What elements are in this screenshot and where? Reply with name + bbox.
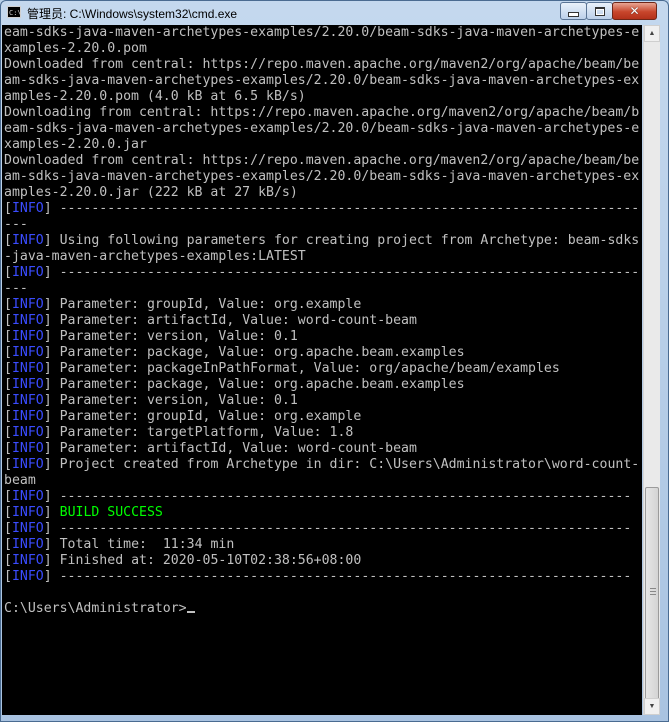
console-line: Downloaded from central: https://repo.ma… (4, 153, 640, 168)
vertical-scrollbar[interactable]: ▲ ▼ (643, 25, 660, 715)
console-line: [INFO] Parameter: package, Value: org.ap… (4, 345, 465, 360)
console-line: [INFO] ---------------------------------… (4, 521, 632, 536)
console-line: [INFO] ---------------------------------… (4, 265, 640, 280)
console-line: [INFO] Parameter: targetPlatform, Value:… (4, 425, 354, 440)
console-line: -java-maven-archetypes-examples:LATEST (4, 249, 306, 264)
console-line: xamples-2.20.0.jar (4, 137, 147, 152)
scroll-up-button[interactable]: ▲ (644, 25, 660, 42)
grip-line (650, 591, 656, 592)
console-line: eam-sdks-java-maven-archetypes-examples/… (4, 121, 640, 136)
console-line: [INFO] Parameter: package, Value: org.ap… (4, 377, 465, 392)
console-line: [INFO] BUILD SUCCESS (4, 505, 163, 520)
console-line: xamples-2.20.0.pom (4, 41, 147, 56)
window-title: 管理员: C:\Windows\system32\cmd.exe (27, 7, 238, 21)
console-line: [INFO] ---------------------------------… (4, 569, 632, 584)
close-icon: ✕ (629, 4, 640, 18)
chevron-up-icon: ▲ (648, 30, 656, 37)
scrollbar-thumb[interactable] (645, 487, 659, 703)
minimize-icon (568, 11, 579, 17)
console-line: beam (4, 473, 36, 488)
console-line: [INFO] Parameter: groupId, Value: org.ex… (4, 297, 362, 312)
console-line: amples-2.20.0.jar (222 kB at 27 kB/s) (4, 185, 298, 200)
console-line: [INFO] Total time: 11:34 min (4, 537, 235, 552)
console-line: am-sdks-java-maven-archetypes-examples/2… (4, 169, 640, 184)
grip-line (650, 594, 656, 595)
maximize-button[interactable] (586, 2, 613, 20)
console-line: [INFO] Finished at: 2020-05-10T02:38:56+… (4, 553, 362, 568)
console-line: [INFO] ---------------------------------… (4, 201, 640, 216)
console-line: [INFO] Parameter: version, Value: 0.1 (4, 393, 298, 408)
console-lines: eam-sdks-java-maven-archetypes-examples/… (4, 25, 639, 617)
console-line: [INFO] Parameter: version, Value: 0.1 (4, 329, 298, 344)
console-line: Downloading from central: https://repo.m… (4, 105, 640, 120)
console-line: --- (4, 281, 28, 296)
console-line: Downloaded from central: https://repo.ma… (4, 57, 640, 72)
console-line: eam-sdks-java-maven-archetypes-examples/… (4, 25, 640, 40)
console-line: --- (4, 217, 28, 232)
grip-line (650, 588, 656, 589)
minimize-button[interactable] (560, 2, 587, 20)
title-bar[interactable]: C:\ 管理员: C:\Windows\system32\cmd.exe ✕ (1, 1, 668, 25)
console-line: C:\Users\Administrator> (4, 601, 639, 617)
console-line: [INFO] Using following parameters for cr… (4, 233, 640, 248)
maximize-icon (594, 6, 605, 16)
console-line: [INFO] Project created from Archetype in… (4, 457, 640, 472)
console-line: [INFO] ---------------------------------… (4, 489, 632, 504)
console-line: [INFO] Parameter: packageInPathFormat, V… (4, 361, 560, 376)
cmd-window: C:\ 管理员: C:\Windows\system32\cmd.exe ✕ e… (0, 0, 669, 722)
chevron-down-icon: ▼ (648, 703, 656, 710)
console-line: [INFO] Parameter: artifactId, Value: wor… (4, 441, 417, 456)
console-line: amples-2.20.0.pom (4.0 kB at 6.5 kB/s) (4, 89, 306, 104)
close-button[interactable]: ✕ (612, 2, 657, 20)
text-cursor (186, 611, 195, 613)
scroll-down-button[interactable]: ▼ (644, 698, 660, 715)
console-output[interactable]: eam-sdks-java-maven-archetypes-examples/… (2, 25, 642, 715)
console-line: am-sdks-java-maven-archetypes-examples/2… (4, 73, 640, 88)
console-line: [INFO] Parameter: artifactId, Value: wor… (4, 313, 417, 328)
cmd-app-icon[interactable]: C:\ (7, 6, 22, 18)
console-line: [INFO] Parameter: groupId, Value: org.ex… (4, 409, 362, 424)
